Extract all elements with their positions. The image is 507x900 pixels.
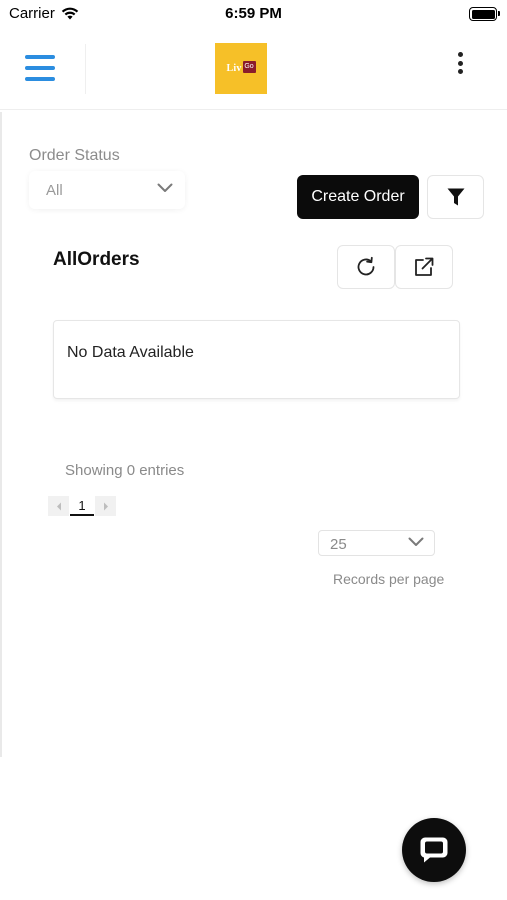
kebab-more-icon[interactable]	[452, 50, 468, 76]
order-status-select[interactable]: All	[29, 171, 185, 209]
logo-bag-icon: Go	[242, 60, 256, 73]
orders-panel: Order Status All Create Order AllOrders …	[0, 112, 507, 757]
clock: 6:59 PM	[225, 5, 282, 22]
page-number-current[interactable]: 1	[70, 496, 94, 516]
records-per-page-label: Records per page	[333, 571, 445, 587]
battery-icon	[469, 7, 500, 21]
chat-bubble-icon	[420, 837, 448, 863]
empty-state-message: No Data Available	[67, 344, 194, 361]
refresh-button[interactable]	[337, 245, 395, 289]
empty-state-card: No Data Available	[53, 320, 460, 399]
chevron-left-icon	[56, 502, 61, 510]
logo-text: Liv	[226, 63, 242, 74]
order-status-label: Order Status	[29, 147, 120, 164]
create-order-button[interactable]: Create Order	[297, 175, 419, 219]
chevron-down-icon	[408, 537, 424, 546]
next-page-button[interactable]	[95, 496, 116, 516]
export-external-link-icon	[415, 257, 434, 276]
records-per-page-select[interactable]: 25	[318, 530, 435, 556]
app-logo: Liv Go	[215, 43, 267, 94]
chat-button[interactable]	[402, 818, 466, 882]
order-status-value: All	[46, 182, 63, 199]
records-per-page-value: 25	[330, 536, 347, 553]
app-header: Liv Go	[0, 28, 507, 110]
filter-funnel-icon	[447, 188, 464, 205]
page-title: AllOrders	[53, 249, 140, 270]
chevron-right-icon	[103, 502, 108, 510]
refresh-icon	[357, 256, 375, 276]
filter-button[interactable]	[427, 175, 484, 219]
entries-count: Showing 0 entries	[65, 462, 185, 479]
hamburger-menu-icon[interactable]	[25, 55, 55, 81]
status-bar: Carrier 6:59 PM	[0, 0, 507, 28]
pagination: 1	[48, 496, 116, 516]
previous-page-button[interactable]	[48, 496, 69, 516]
export-button[interactable]	[395, 245, 453, 289]
header-divider	[85, 44, 86, 94]
chevron-down-icon	[157, 183, 173, 192]
